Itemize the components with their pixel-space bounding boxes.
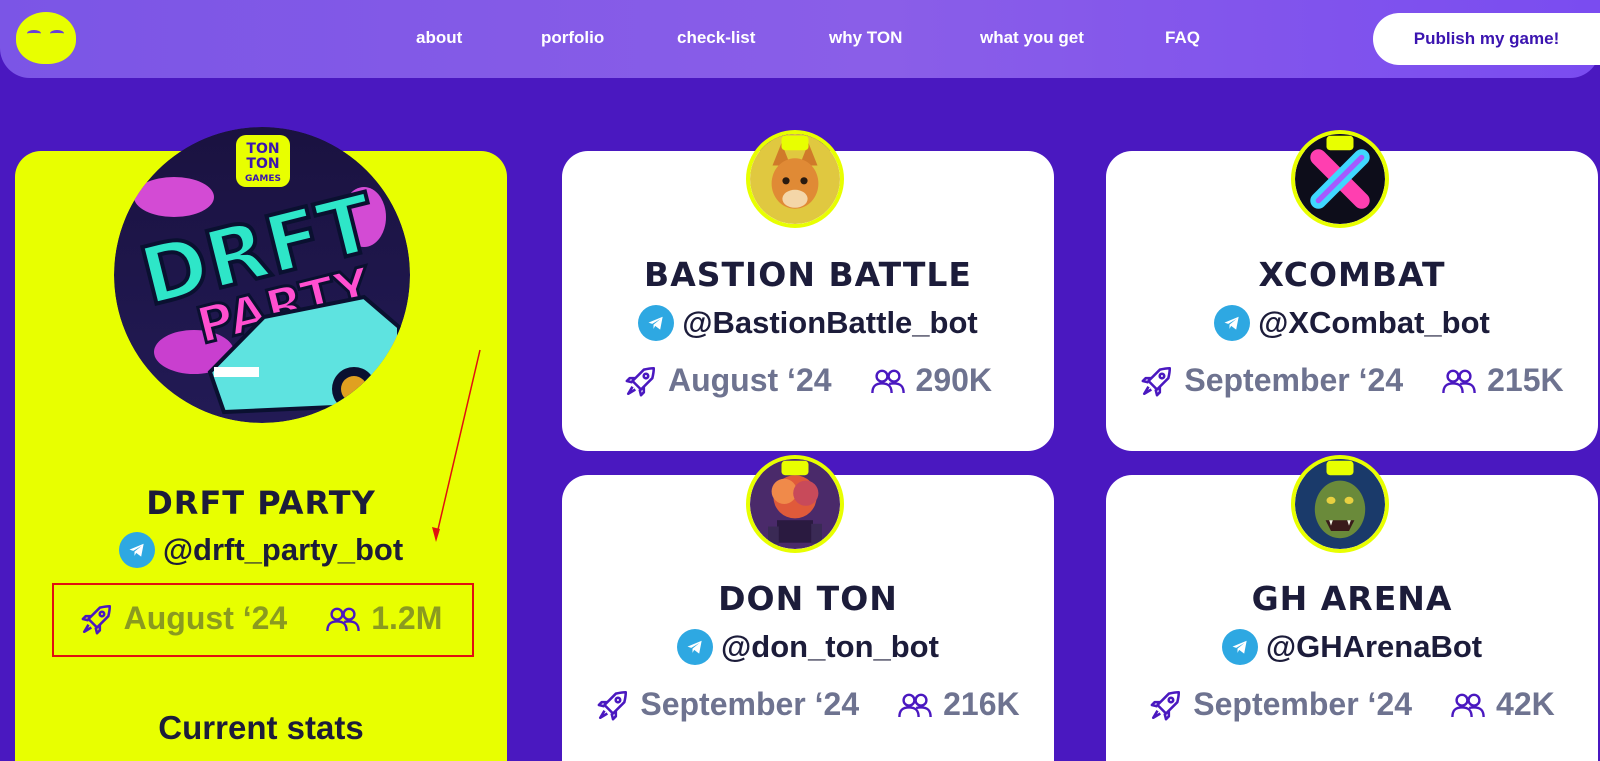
nav-link-why-ton[interactable]: why TON xyxy=(829,28,902,48)
badge-line-3: GAMES xyxy=(245,174,281,184)
game-title: BASTION BATTLE xyxy=(644,255,972,294)
game-handle: @GHArenaBot xyxy=(1265,629,1483,664)
logo-eye-icon xyxy=(27,30,41,37)
annotation-highlight-box xyxy=(52,583,474,657)
game-handle-row[interactable]: @don_ton_bot xyxy=(562,629,1054,665)
users-icon xyxy=(1450,690,1486,720)
rocket-icon xyxy=(1140,364,1174,398)
game-stats-row: September ‘24 42K xyxy=(1106,686,1598,723)
game-avatar-bastion-battle[interactable] xyxy=(746,130,844,228)
game-title: DON TON xyxy=(718,579,898,618)
top-navbar: about porfolio check-list why TON what y… xyxy=(0,0,1600,78)
game-title: GH ARENA xyxy=(1251,579,1453,618)
game-handle-row[interactable]: @GHArenaBot xyxy=(1106,629,1598,665)
nav-link-check-list[interactable]: check-list xyxy=(677,28,755,48)
badge-line-1: TON xyxy=(246,141,279,157)
rocket-icon xyxy=(596,688,630,722)
rocket-icon xyxy=(624,364,658,398)
game-stats-row: August ‘24 290K xyxy=(562,362,1054,399)
telegram-icon xyxy=(1214,305,1251,341)
logo[interactable] xyxy=(16,12,76,64)
game-handle: @drft_party_bot xyxy=(162,532,404,567)
current-stats-heading: Current stats xyxy=(158,709,364,746)
logo-eye-icon xyxy=(50,30,64,37)
game-user-count: 42K xyxy=(1496,686,1555,722)
game-title: XCOMBAT xyxy=(1258,255,1446,294)
users-icon xyxy=(870,366,906,396)
telegram-icon xyxy=(677,629,714,665)
game-handle-row[interactable]: @XCombat_bot xyxy=(1106,305,1598,341)
game-avatar-xcombat[interactable] xyxy=(1291,130,1389,228)
game-avatar-don-ton[interactable] xyxy=(746,455,844,553)
telegram-icon xyxy=(118,532,155,568)
game-handle: @don_ton_bot xyxy=(721,629,939,664)
game-title: DRFT PARTY xyxy=(146,484,376,522)
telegram-icon xyxy=(638,305,675,341)
users-icon xyxy=(897,690,933,720)
game-avatar-drft-party[interactable]: DRFT PARTY TON TON GAMES xyxy=(114,127,410,423)
game-avatar-gh-arena[interactable] xyxy=(1291,455,1389,553)
nav-link-what-you-get[interactable]: what you get xyxy=(980,28,1084,48)
game-stats-row: September ‘24 215K xyxy=(1106,362,1598,399)
game-user-count: 290K xyxy=(915,362,993,398)
game-handle-row[interactable]: @BastionBattle_bot xyxy=(562,305,1054,341)
badge-line-2: TON xyxy=(246,156,279,172)
users-icon xyxy=(1441,366,1477,396)
game-user-count: 215K xyxy=(1487,362,1564,398)
game-launch-date: September ‘24 xyxy=(640,686,860,722)
rocket-icon xyxy=(1149,688,1183,722)
game-launch-date: September ‘24 xyxy=(1184,362,1404,398)
game-launch-date: August ‘24 xyxy=(667,362,832,398)
nav-link-about[interactable]: about xyxy=(416,28,462,48)
publish-game-button[interactable]: Publish my game! xyxy=(1373,13,1600,65)
game-launch-date: September ‘24 xyxy=(1193,686,1413,722)
nav-link-faq[interactable]: FAQ xyxy=(1165,28,1200,48)
telegram-icon xyxy=(1221,629,1258,665)
game-handle-row[interactable]: @drft_party_bot xyxy=(15,532,507,568)
nav-link-portfolio[interactable]: porfolio xyxy=(541,28,604,48)
game-stats-row: September ‘24 216K xyxy=(562,686,1054,723)
game-handle: @XCombat_bot xyxy=(1258,305,1490,340)
game-user-count: 216K xyxy=(943,686,1020,722)
game-handle: @BastionBattle_bot xyxy=(682,305,978,340)
